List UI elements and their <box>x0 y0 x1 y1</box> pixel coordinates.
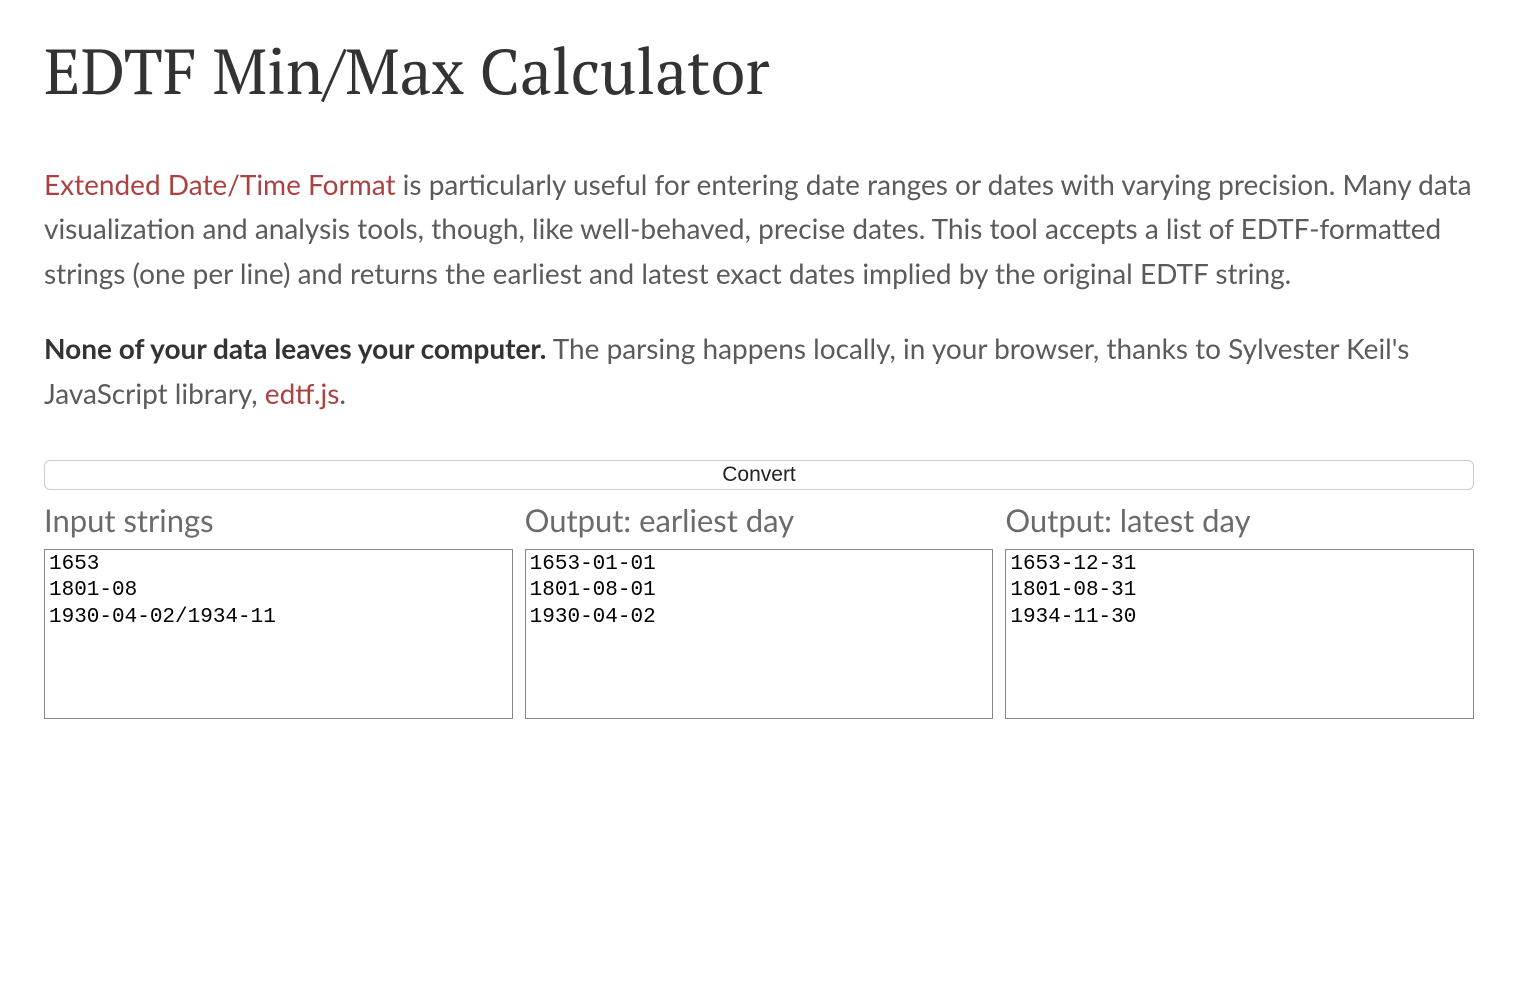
earliest-header: Output: earliest day <box>525 496 994 546</box>
latest-header: Output: latest day <box>1005 496 1474 546</box>
edtfjs-link[interactable]: edtf.js <box>265 376 340 410</box>
edtf-link[interactable]: Extended Date/Time Format <box>44 167 396 201</box>
input-textarea[interactable] <box>44 549 513 719</box>
earliest-textarea[interactable] <box>525 549 994 719</box>
input-header: Input strings <box>44 496 513 546</box>
page-title: EDTF Min/Max Calculator <box>44 34 1474 110</box>
earliest-column: Output: earliest day <box>525 496 994 731</box>
privacy-paragraph: None of your data leaves your computer. … <box>44 326 1474 416</box>
privacy-after-link: . <box>339 376 346 410</box>
latest-column: Output: latest day <box>1005 496 1474 731</box>
convert-button[interactable]: Convert <box>44 460 1474 490</box>
intro-paragraph: Extended Date/Time Format is particularl… <box>44 162 1474 296</box>
privacy-strong: None of your data leaves your computer. <box>44 331 546 365</box>
latest-textarea[interactable] <box>1005 549 1474 719</box>
input-column: Input strings <box>44 496 513 731</box>
columns-container: Input strings Output: earliest day Outpu… <box>44 496 1474 731</box>
